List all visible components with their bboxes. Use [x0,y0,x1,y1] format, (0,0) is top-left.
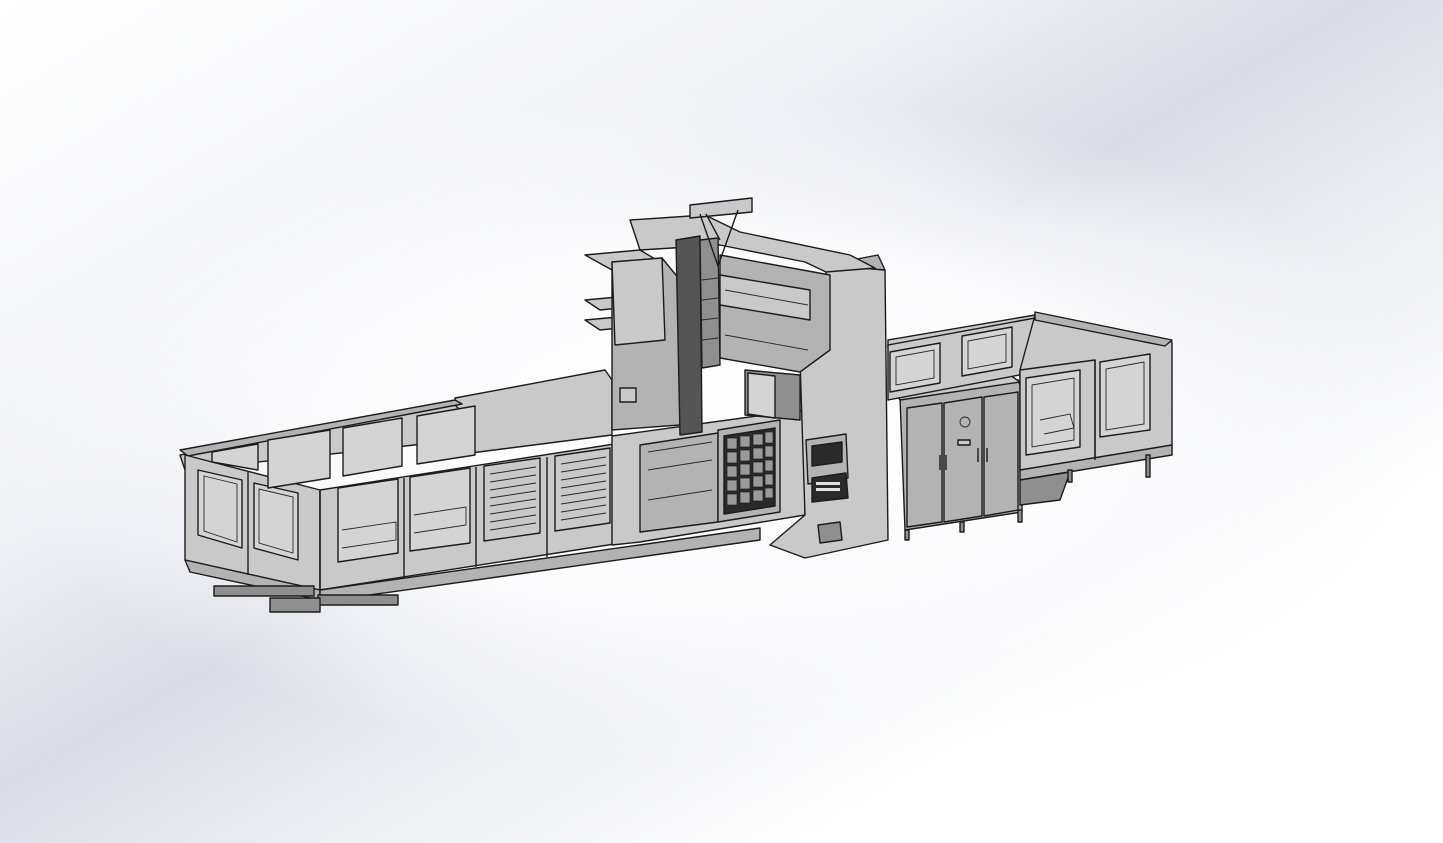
control-panel[interactable] [805,433,849,503]
gantry-machine-model[interactable] [0,0,1443,843]
cad-viewport[interactable] [0,0,1443,843]
electrical-cabinet[interactable] [894,374,1023,541]
center-guard[interactable] [611,409,806,546]
grid-window [723,427,776,515]
